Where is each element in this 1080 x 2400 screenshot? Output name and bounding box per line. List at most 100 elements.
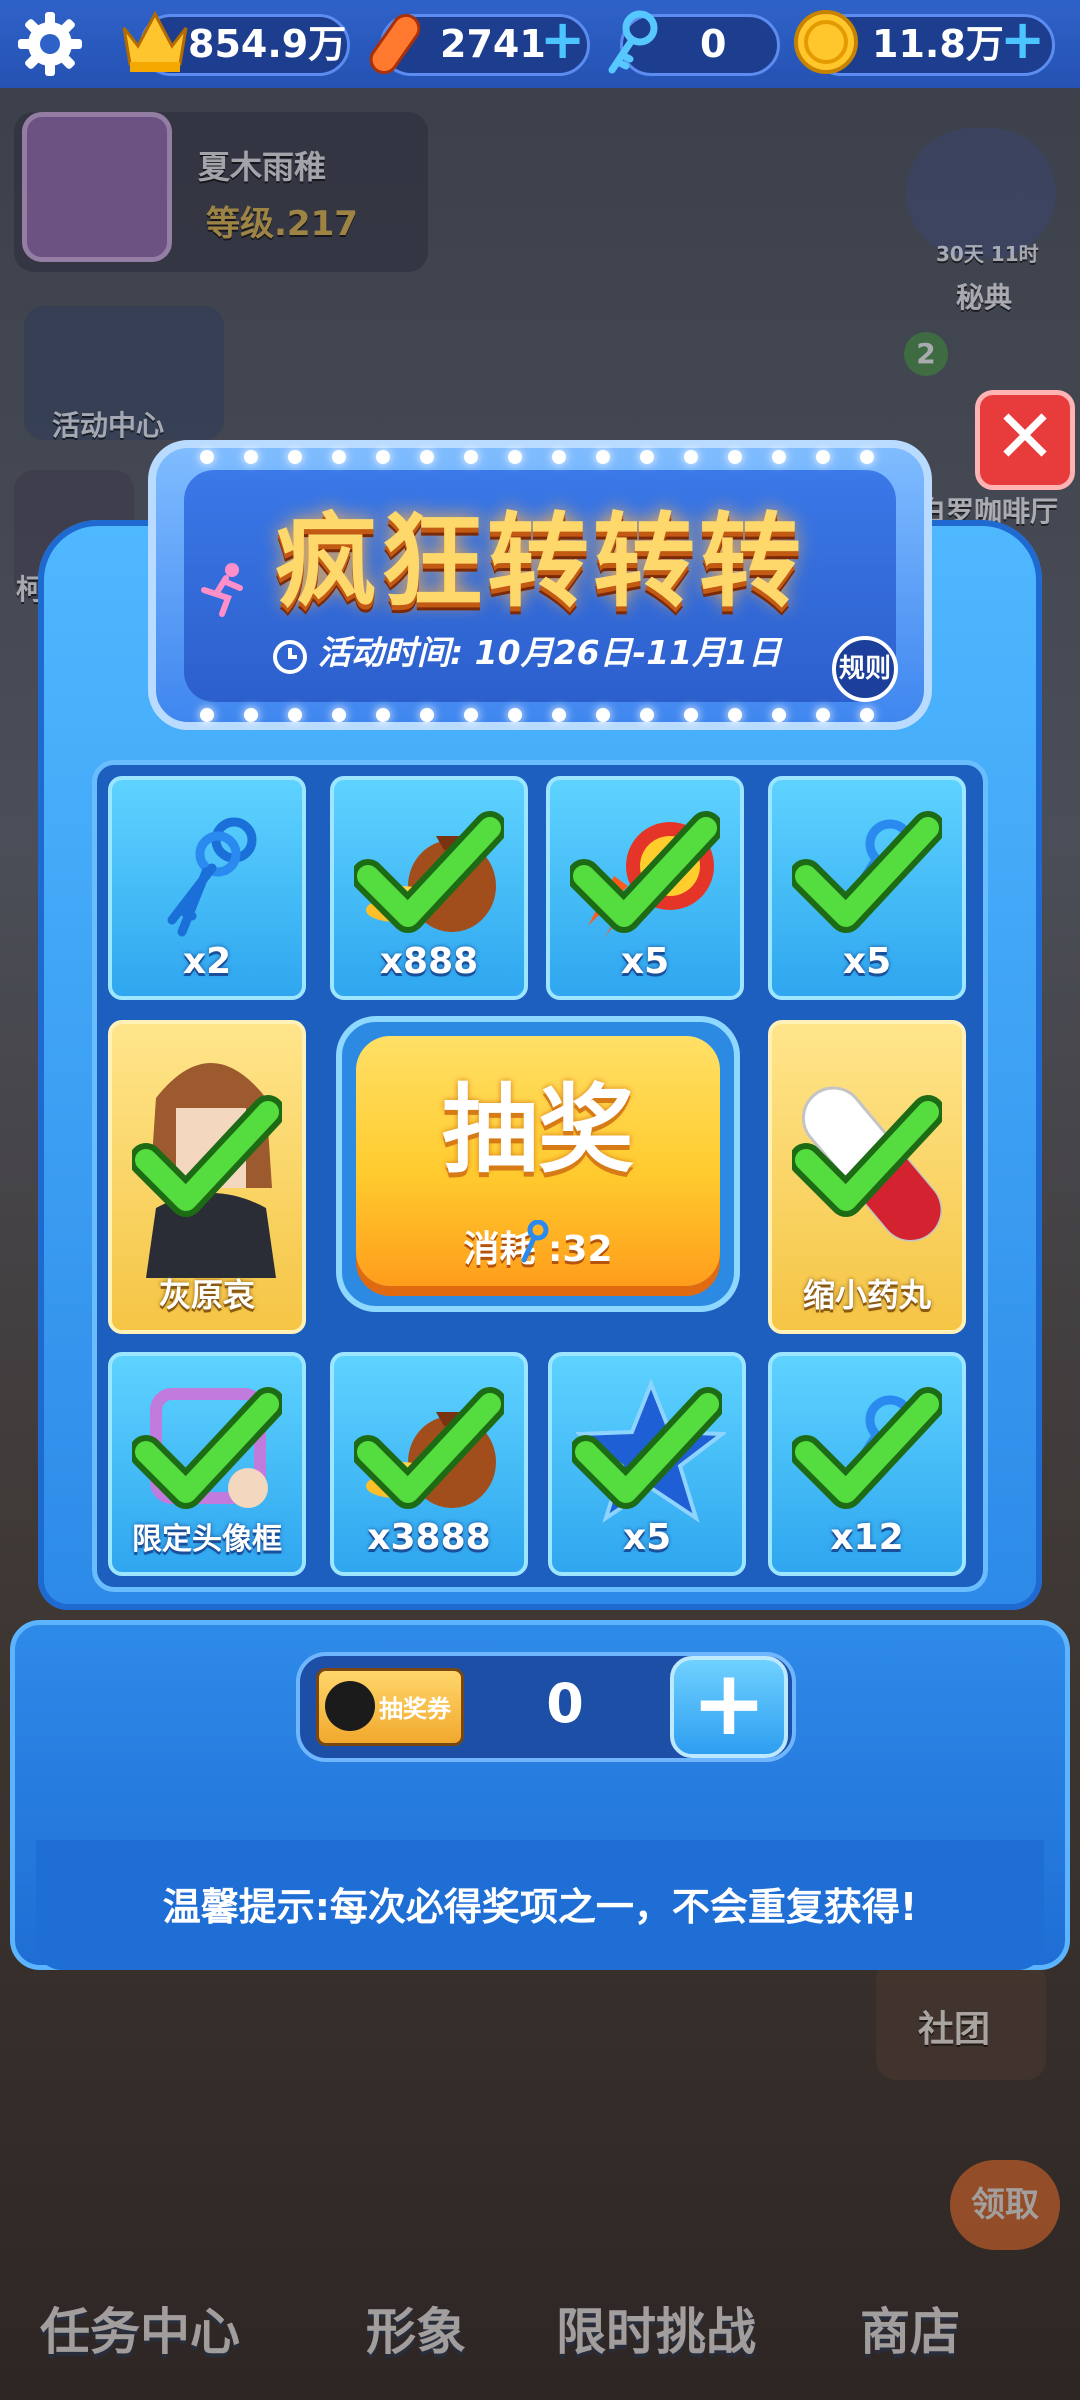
marquee-bulb (728, 708, 742, 722)
prize-cell: x2 (108, 776, 306, 1000)
runner-icon (196, 560, 254, 622)
rules-button[interactable]: 规则 (832, 636, 898, 702)
activity-center-label: 活动中心 (52, 409, 165, 442)
prize-cell: x12 (768, 1352, 966, 1576)
marquee-bulb (200, 708, 214, 722)
add-ticket-button[interactable]: + (670, 1656, 788, 1758)
claimed-check-icon (351, 1384, 507, 1518)
marquee-bulb (420, 708, 434, 722)
marquee-bulb (860, 450, 874, 464)
claimed-check-icon (789, 808, 945, 942)
marquee-bulb (816, 450, 830, 464)
marquee-bulb (244, 708, 258, 722)
marquee-bulb (288, 708, 302, 722)
prize-cell: 限定头像框 (108, 1352, 306, 1576)
prize-cell: x888 (330, 776, 528, 1000)
marquee-bulb (596, 708, 610, 722)
key-value: 0 (700, 22, 727, 66)
marquee-bulb (244, 450, 258, 464)
prize-quantity: x5 (842, 941, 892, 982)
marquee-bulb (376, 450, 390, 464)
prize-cell: x3888 (330, 1352, 528, 1576)
prize-cell: 灰原哀 (108, 1020, 306, 1334)
marquee-bulb (288, 450, 302, 464)
tip-text: 温馨提示:每次必得奖项之一，不会重复获得! (162, 1885, 918, 1929)
marquee-bulb (332, 708, 346, 722)
event-time: 活动时间: 10月26日-11月1日 (318, 633, 782, 672)
marquee-bulb (376, 708, 390, 722)
event-title: 疯狂转转转 (275, 503, 805, 622)
prize-name: 灰原哀 (158, 1276, 255, 1314)
codex-label: 秘典 (956, 281, 1013, 314)
runner-icon (325, 1681, 375, 1731)
marquee-bulb (684, 708, 698, 722)
marquee-bulb (420, 450, 434, 464)
crown-value: 854.9万 (188, 22, 347, 66)
add-hoverboard-button[interactable]: + (540, 13, 585, 67)
player-name: 夏木雨稚 (198, 148, 327, 186)
ticket-count: 0 (546, 1672, 584, 1735)
claimed-check-icon (569, 1384, 725, 1518)
gear-icon[interactable] (14, 8, 86, 80)
draw-button-label: 抽奖 (442, 1074, 634, 1186)
marquee-bulb (860, 708, 874, 722)
nav-label: 形象 (366, 2303, 466, 2361)
key-icon (602, 10, 662, 82)
nav-label: 商店 (860, 2303, 960, 2361)
coin-value: 11.8万 (872, 22, 1004, 66)
marquee-bulb (596, 450, 610, 464)
coin-icon (790, 6, 862, 82)
clock-icon (270, 636, 310, 680)
marquee-bulb (684, 450, 698, 464)
prize-quantity: x5 (622, 1517, 672, 1558)
marquee-bulb (640, 450, 654, 464)
marquee-bulb (332, 450, 346, 464)
marquee-bulb (464, 708, 478, 722)
ticket-icon: 抽奖券 (316, 1668, 464, 1746)
claimed-check-icon (351, 808, 507, 942)
marquee-bulb (640, 708, 654, 722)
marquee-bulb (508, 708, 522, 722)
prize-cell: x5 (546, 776, 744, 1000)
marquee-bulb (552, 708, 566, 722)
claimed-check-icon (129, 1384, 285, 1518)
avatar[interactable] (22, 112, 172, 262)
claimed-check-icon (567, 808, 723, 942)
marquee-bulb (772, 450, 786, 464)
hoverboard-icon (360, 10, 430, 82)
nav-limited-challenge[interactable]: 限时挑战 (546, 2170, 766, 2400)
marquee-bulb (772, 708, 786, 722)
close-button[interactable]: ✕ (975, 390, 1075, 490)
marquee-bulb (816, 708, 830, 722)
marquee-bulb (728, 450, 742, 464)
claimed-check-icon (789, 1092, 945, 1226)
marquee-bulb (552, 450, 566, 464)
claimed-check-icon (789, 1384, 945, 1518)
claimed-check-icon (129, 1092, 285, 1226)
add-coin-button[interactable]: + (1000, 13, 1045, 67)
marquee-bulb (508, 450, 522, 464)
codex-timer: 30天 11时 (936, 242, 1039, 266)
claim-badge[interactable]: 领取 (950, 2160, 1060, 2250)
nav-label: 限时挑战 (556, 2303, 756, 2361)
prize-name: 限定头像框 (132, 1522, 282, 1557)
nav-label: 任务中心 (40, 2303, 240, 2361)
prize-quantity: x3888 (367, 1517, 491, 1558)
club-label: 社团 (918, 2009, 991, 2050)
nav-task-center[interactable]: 任务中心 (30, 2170, 250, 2400)
hoverboard-value: 2741 (440, 22, 546, 66)
player-level: 等级.217 (206, 204, 358, 244)
prize-cell: x5 (768, 776, 966, 1000)
nav-appearance[interactable]: 形象 (306, 2170, 526, 2400)
prize-cell: x5 (548, 1352, 746, 1576)
notification-badge: 2 (904, 332, 948, 376)
prize-quantity: x12 (830, 1517, 904, 1558)
marquee-bulb (200, 450, 214, 464)
key-bundle-icon (152, 810, 272, 944)
key-icon (518, 1219, 550, 1268)
prize-cell: 缩小药丸 (768, 1020, 966, 1334)
ticket-name: 抽奖券 (379, 1695, 451, 1723)
marquee-bulb (464, 450, 478, 464)
crown-icon (118, 6, 192, 80)
prize-name: 缩小药丸 (802, 1276, 931, 1314)
